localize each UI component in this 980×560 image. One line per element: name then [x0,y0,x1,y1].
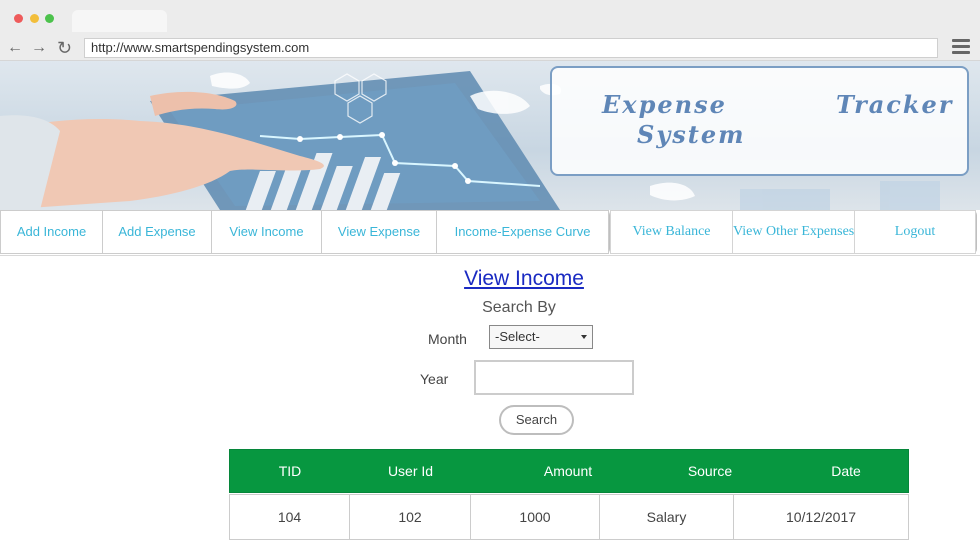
nav-view-other-expenses[interactable]: View Other Expenses [732,210,855,254]
column-header-user-id: User Id [387,463,434,479]
table-row: 104 102 1000 Salary 10/12/2017 [229,494,909,540]
hamburger-menu-icon[interactable] [952,39,970,55]
search-button[interactable]: Search [499,405,574,435]
close-window-icon[interactable] [14,14,23,23]
nav-income-expense-curve[interactable]: Income-Expense Curve [436,210,609,254]
chevron-down-icon [581,335,587,339]
site-title-line1: Expense Tracker [602,90,954,119]
address-bar[interactable]: http://www.smartspendingsystem.com [84,38,938,58]
month-select[interactable]: -Select- [489,325,593,349]
nav-add-expense[interactable]: Add Expense [102,210,212,254]
month-label: Month [428,331,467,347]
arrow-right-icon[interactable]: → [31,39,47,57]
site-title-line2: System [637,120,746,149]
minimize-window-icon[interactable] [30,14,39,23]
main-nav: Add Income Add Expense View Income View … [0,210,980,256]
cell-tid: 104 [229,494,350,540]
site-title-box: Expense Tracker System [550,66,969,176]
nav-logout[interactable]: Logout [854,210,976,254]
page-title-link[interactable]: View Income [0,267,980,291]
arrow-left-icon[interactable]: ← [7,39,23,57]
search-by-heading: Search By [482,299,556,316]
column-header-source: Source [687,463,733,479]
cell-date: 10/12/2017 [733,494,909,540]
browser-chrome: ← → ↻ http://www.smartspendingsystem.com [0,0,980,61]
cell-user-id: 102 [349,494,471,540]
year-label: Year [420,371,449,387]
nav-view-expense[interactable]: View Expense [321,210,437,254]
cell-source: Salary [599,494,734,540]
nav-view-balance[interactable]: View Balance [610,210,733,254]
maximize-window-icon[interactable] [45,14,54,23]
nav-add-income[interactable]: Add Income [0,210,103,254]
cell-amount: 1000 [470,494,600,540]
header-banner: Expense Tracker System [0,61,980,210]
site-title: Expense Tracker System [602,90,954,150]
column-header-tid: TID [278,463,302,479]
column-header-date: Date [831,463,861,479]
year-input[interactable] [474,360,634,395]
browser-tab[interactable] [72,10,167,32]
nav-view-income[interactable]: View Income [211,210,322,254]
month-select-value: -Select- [495,329,540,344]
income-table: TID User Id Amount Source Date 104 102 1… [229,449,909,540]
reload-icon[interactable]: ↻ [57,39,72,57]
table-header-row: TID User Id Amount Source Date [229,449,909,493]
